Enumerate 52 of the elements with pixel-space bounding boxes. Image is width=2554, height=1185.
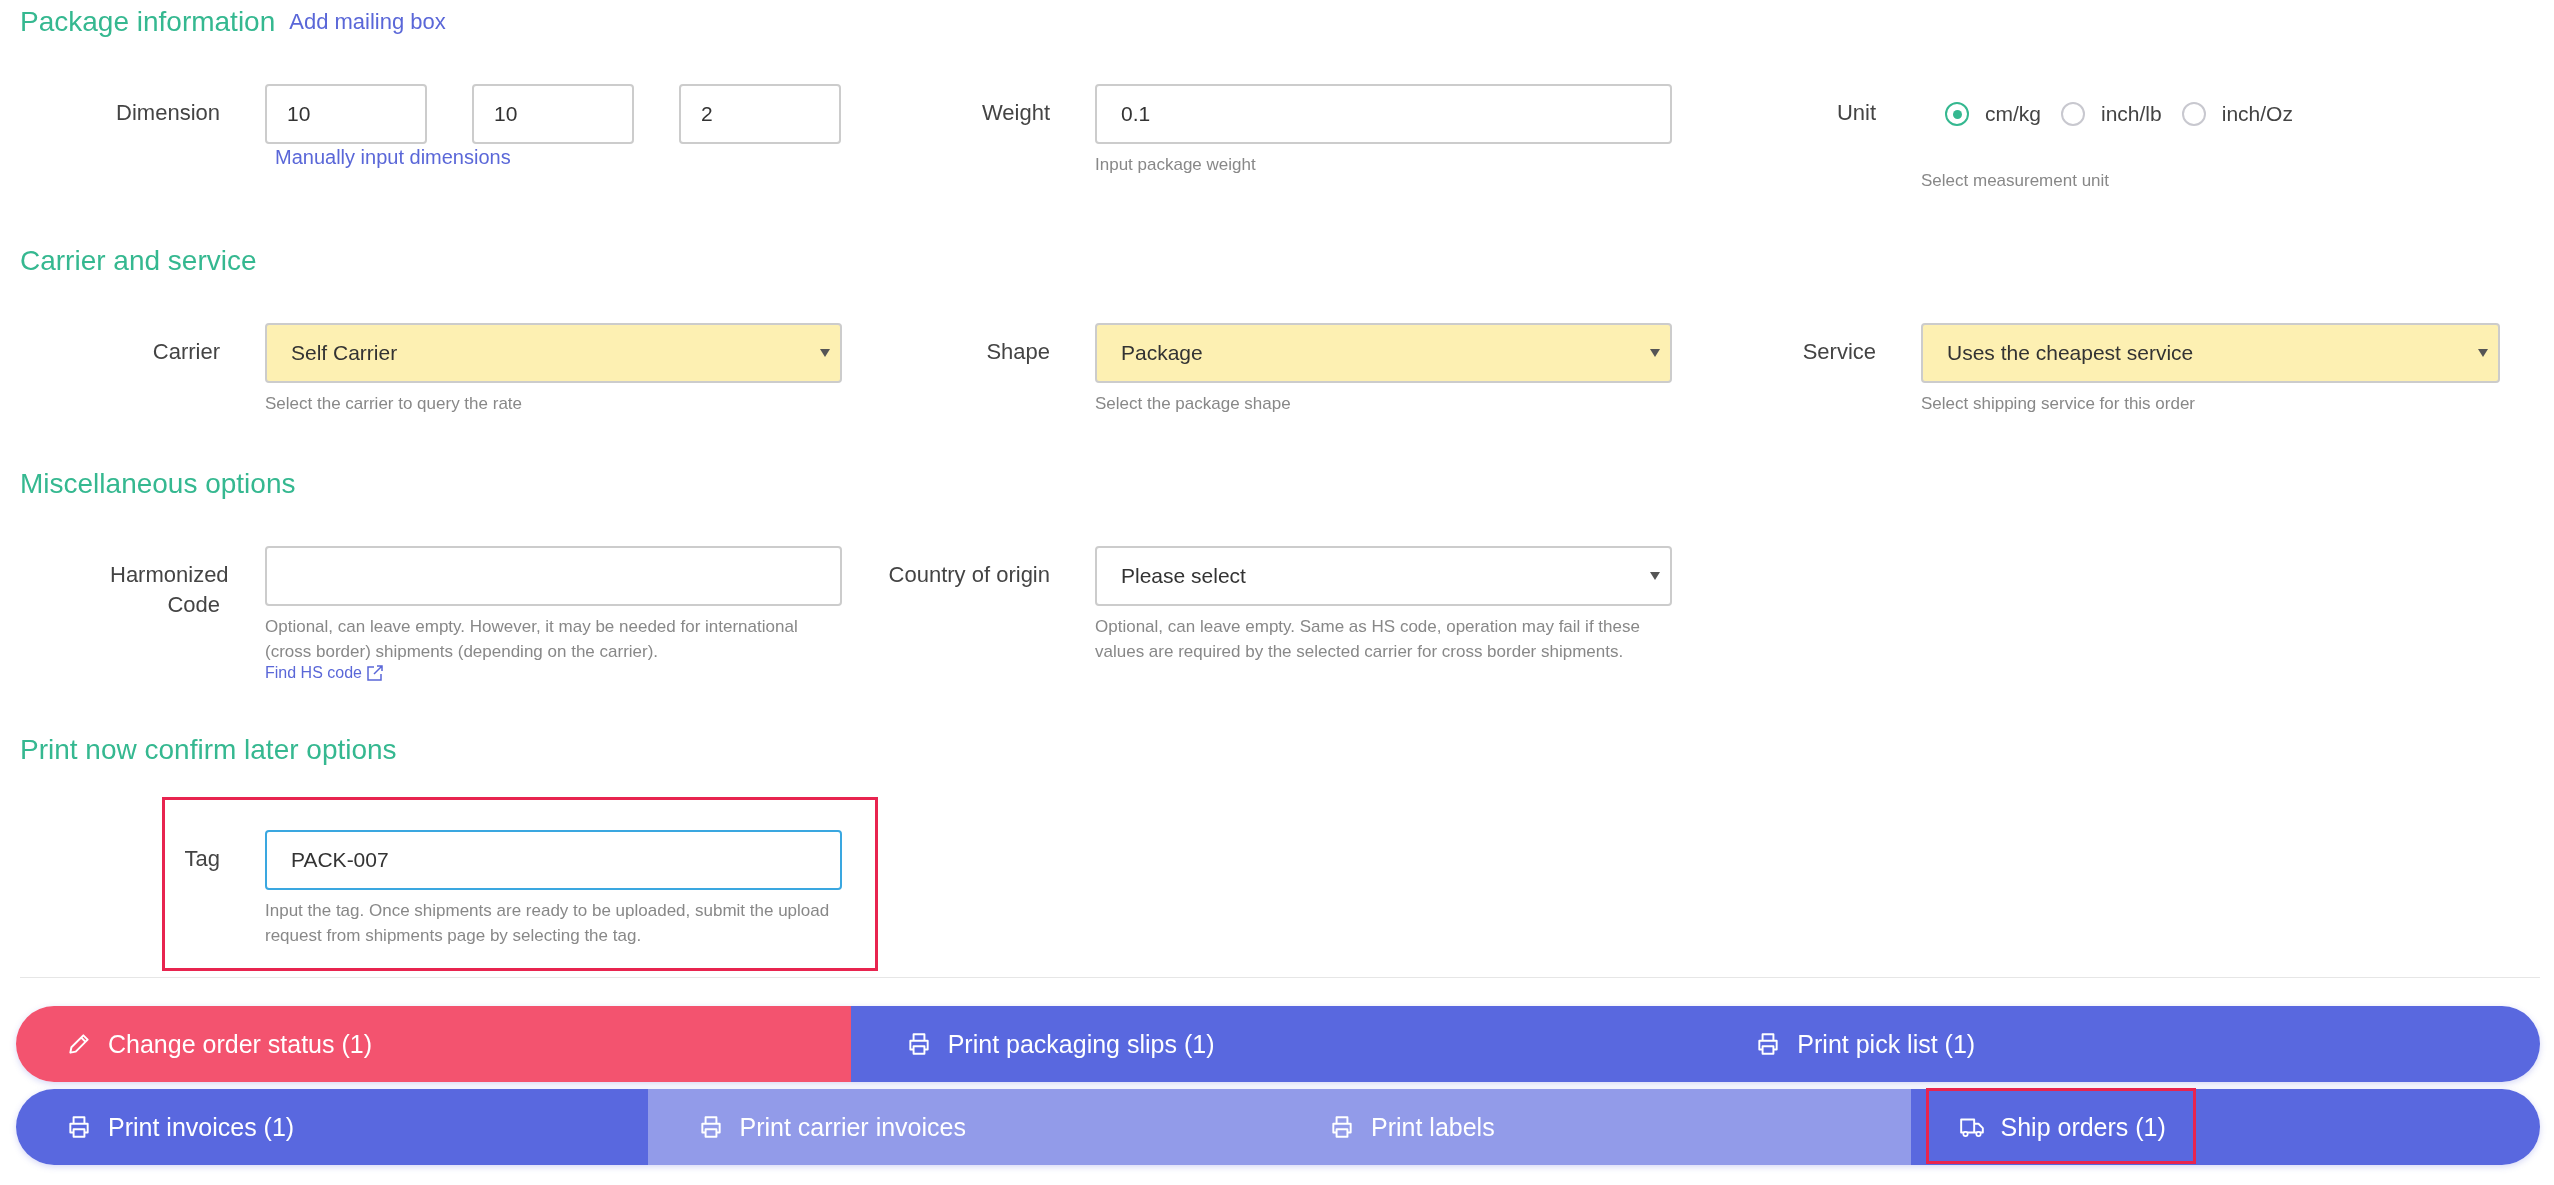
section-title: Carrier and service xyxy=(20,245,257,277)
hs-code-link[interactable]: Find HS code xyxy=(265,664,384,682)
input-field[interactable]: 0.1 xyxy=(1095,84,1672,144)
radio-option[interactable]: inch/Oz xyxy=(2181,102,2293,126)
action-button[interactable]: Print packaging slips (1) xyxy=(850,1006,1691,1082)
radio-option[interactable]: cm/kg xyxy=(1945,102,2041,126)
field-label: Shape xyxy=(985,338,1051,366)
caret-icon xyxy=(820,349,830,357)
field-label: Dimension xyxy=(115,99,221,127)
help-text: Optional, can leave empty. Same as HS code, operation may fail if these values are required by the selected carrier for cross border shipments. xyxy=(1095,616,1641,663)
radio-button[interactable] xyxy=(1945,102,1969,126)
field-label: Carrier xyxy=(151,338,221,366)
field-label: Weight xyxy=(980,99,1051,127)
dropdown[interactable]: Self Carrier xyxy=(265,323,842,383)
caret-icon xyxy=(2478,349,2488,357)
dropdown[interactable]: Package xyxy=(1095,323,1672,383)
help-text: Input package weight xyxy=(1095,154,1257,176)
input-field[interactable]: 2 xyxy=(679,84,841,144)
action-button[interactable]: Print invoices (1) xyxy=(16,1089,648,1165)
caret-icon xyxy=(1650,572,1660,580)
radio-button[interactable] xyxy=(2061,102,2085,126)
input-field[interactable]: PACK-007 xyxy=(265,830,842,890)
add-mailing-box-link[interactable]: Add mailing box xyxy=(289,9,446,35)
dimension-link[interactable]: Manually input dimensions xyxy=(275,146,511,169)
action-button[interactable]: Print pick list (1) xyxy=(1690,1006,2540,1082)
dropdown[interactable]: Uses the cheapest service xyxy=(1921,323,2500,383)
help-text: Select shipping service for this order xyxy=(1921,393,2197,415)
help-text: Select the carrier to query the rate xyxy=(265,393,524,415)
help-text: Optional, can leave empty. However, it may be needed for international (cross border) shipments (depending on the carrier). xyxy=(265,616,799,663)
input-field[interactable] xyxy=(265,546,842,606)
field-label: Unit xyxy=(1835,99,1877,127)
action-button[interactable]: Ship orders (1) xyxy=(1910,1089,2540,1165)
external-link-icon xyxy=(365,664,384,682)
section-title: Print now confirm later options xyxy=(20,734,397,766)
field-label: Service xyxy=(1801,338,1877,366)
input-field[interactable]: 10 xyxy=(472,84,634,144)
radio-button[interactable] xyxy=(2181,102,2206,126)
printer-icon xyxy=(1329,1114,1355,1140)
caret-icon xyxy=(1650,349,1660,357)
field-label: Tag xyxy=(183,845,221,873)
dropdown[interactable]: Please select xyxy=(1095,546,1672,606)
section-title: Miscellaneous options xyxy=(20,468,296,500)
field-label: Country of origin xyxy=(887,561,1051,589)
input-field[interactable]: 10 xyxy=(265,84,427,144)
help-text: Select the package shape xyxy=(1095,393,1292,415)
pencil-icon xyxy=(66,1031,92,1057)
help-text: Input the tag. Once shipments are ready to be uploaded, submit the upload request from shipments page by selecting the tag. xyxy=(265,900,831,947)
section-title: Package information xyxy=(20,6,276,38)
printer-icon xyxy=(66,1114,92,1140)
field-label: Harmonized Code xyxy=(109,561,230,619)
radio-option[interactable]: inch/lb xyxy=(2061,102,2162,126)
help-text: Select measurement unit xyxy=(1921,170,2111,192)
